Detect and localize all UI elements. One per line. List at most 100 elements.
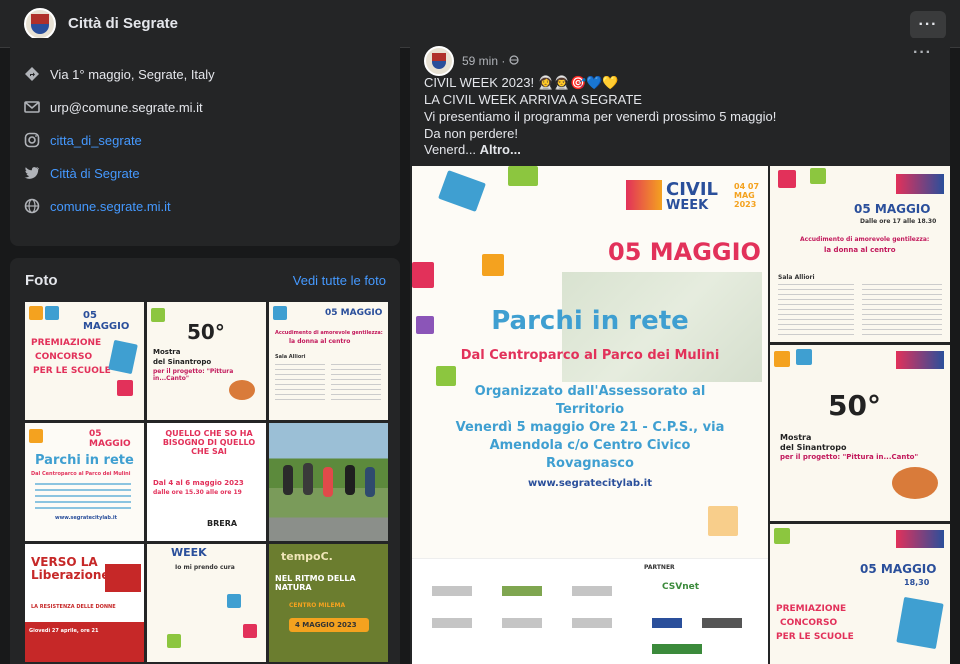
tile-line: Sala Alliori <box>275 354 306 360</box>
puzzle-piece <box>45 306 59 320</box>
see-more-link[interactable]: Altro... <box>480 142 521 157</box>
civil-week-logo <box>896 351 944 369</box>
post-line: CIVIL WEEK 2023! 👩‍🚀👨‍🚀🎯💙💛 <box>424 75 619 90</box>
photos-title: Foto <box>25 272 58 289</box>
puzzle-piece <box>708 506 738 536</box>
photo-tile[interactable]: QUELLO CHE SO HA BISOGNO DI QUELLO CHE S… <box>147 423 266 541</box>
tile-line: LA RESISTENZA DELLE DONNE <box>31 604 116 610</box>
post-truncated: Venerd... Altro... <box>424 142 521 157</box>
civil-week-logo <box>896 174 944 194</box>
puzzle-piece <box>227 594 241 608</box>
tile-heading: VERSO LA Liberazione <box>31 555 110 582</box>
crest-icon <box>432 53 446 69</box>
side-heading: 05 MAGGIO <box>860 562 937 576</box>
tile-line: CENTRO MILEMA <box>289 602 346 609</box>
photos-card: Foto Vedi tutte le foto 05 MAGGIO PREMIA… <box>10 258 400 664</box>
twitter-link[interactable]: Città di Segrate <box>50 166 140 181</box>
partner-logo <box>572 618 612 628</box>
puzzle-piece <box>810 168 826 184</box>
tile-heading: 50° <box>187 320 225 344</box>
envelope-icon <box>24 99 40 115</box>
puzzle-piece <box>151 308 165 322</box>
tile-line: Mostra <box>153 348 181 356</box>
puzzle-piece <box>896 596 944 650</box>
tile-heading: 05 MAGGIO <box>325 308 383 318</box>
text-block <box>275 364 325 404</box>
puzzle-piece <box>482 254 504 276</box>
main-org: Territorio <box>555 402 625 417</box>
flag-graphic <box>105 564 141 592</box>
photo-tile[interactable]: 05 MAGGIO Parchi in rete Dal Centroparco… <box>25 423 144 541</box>
partner-logo <box>432 618 472 628</box>
website-link[interactable]: comune.segrate.mi.it <box>50 199 171 214</box>
sponsor-logo: CSVnet <box>662 582 700 592</box>
puzzle-piece <box>436 366 456 386</box>
tile-heading: WEEK <box>171 546 207 559</box>
intro-card: Via 1° maggio, Segrate, Italy urp@comune… <box>10 38 400 246</box>
partner-logo <box>572 586 612 596</box>
side-body: PER LE SCUOLE <box>776 632 854 642</box>
more-options-button[interactable]: ··· <box>910 11 946 39</box>
main-subtitle: Dal Centroparco al Parco dei Mulini <box>460 348 720 363</box>
text-block <box>778 284 854 336</box>
tile-heading: 05 MAGGIO <box>89 429 131 449</box>
photo-tile[interactable]: 50° Mostra del Sinantropo per il progett… <box>147 302 266 420</box>
page-avatar[interactable] <box>24 7 56 40</box>
puzzle-piece <box>243 624 257 638</box>
text-block <box>35 483 131 511</box>
partner-logo <box>432 586 472 596</box>
photo-tile[interactable]: tempoC. NEL RITMO DELLA NATURA CENTRO MI… <box>269 544 388 662</box>
side-image[interactable]: 05 MAGGIO 18,30 PREMIAZIONE CONCORSO PER… <box>770 524 950 664</box>
photo-tile[interactable]: VERSO LA Liberazione LA RESISTENZA DELLE… <box>25 544 144 662</box>
person-figure <box>323 467 333 497</box>
post-avatar[interactable] <box>424 46 454 76</box>
side-body: del Sinantropo <box>780 443 847 452</box>
puzzle-piece <box>508 166 538 186</box>
post-main-image[interactable]: CIVIL WEEK 04 07 MAG 2023 05 MAGGIO Parc… <box>412 166 768 664</box>
main-when: Rovagnasco <box>546 456 634 471</box>
post-side-images: 05 MAGGIO Dalle ore 17 alle 18.30 Accudi… <box>770 166 950 664</box>
puzzle-piece <box>167 634 181 648</box>
instagram-link[interactable]: citta_di_segrate <box>50 133 142 148</box>
twitter-icon <box>24 165 40 181</box>
tile-line: PREMIAZIONE <box>31 338 102 348</box>
partner-logo <box>652 644 702 654</box>
text-block <box>862 284 942 336</box>
post-header: 59 min · <box>424 46 519 76</box>
photo-tile[interactable]: 05 MAGGIO PREMIAZIONE CONCORSO PER LE SC… <box>25 302 144 420</box>
side-body: CONCORSO <box>780 618 838 628</box>
person-figure <box>283 465 293 495</box>
text-block <box>331 364 381 404</box>
side-sub: 18,30 <box>904 578 930 587</box>
post-line: Vi presentiamo il programma per venerdì … <box>424 109 777 124</box>
side-sub: Dalle ore 17 alle 18.30 <box>860 218 937 225</box>
side-image[interactable]: 50° Mostra del Sinantropo per il progett… <box>770 345 950 521</box>
person-figure <box>345 465 355 495</box>
partner-logo <box>502 618 542 628</box>
website-row[interactable]: comune.segrate.mi.it <box>24 198 171 214</box>
photo-tile[interactable]: 05 MAGGIO Accudimento di amorevole genti… <box>269 302 388 420</box>
tile-heading: 05 MAGGIO <box>83 310 130 332</box>
post-timestamp[interactable]: 59 min · <box>462 54 519 68</box>
tile-line: www.segratecitylab.it <box>55 515 118 521</box>
side-image[interactable]: 05 MAGGIO Dalle ore 17 alle 18.30 Accudi… <box>770 166 950 342</box>
post-options-button[interactable]: ··· <box>913 44 932 62</box>
side-body: PREMIAZIONE <box>776 604 847 614</box>
twitter-row[interactable]: Città di Segrate <box>24 165 140 181</box>
instagram-row[interactable]: citta_di_segrate <box>24 132 142 148</box>
see-all-photos-link[interactable]: Vedi tutte le foto <box>293 273 386 288</box>
puzzle-piece <box>774 351 790 367</box>
side-body: la donna al centro <box>824 246 896 254</box>
side-heading: 05 MAGGIO <box>854 202 931 216</box>
email-text[interactable]: urp@comune.segrate.mi.it <box>50 100 203 115</box>
partners-label: PARTNER <box>644 564 675 571</box>
crest-icon <box>31 13 49 34</box>
partners-strip <box>412 558 768 664</box>
photo-tile[interactable] <box>269 423 388 541</box>
palette-art <box>229 380 255 400</box>
post-card: 59 min · ··· CIVIL WEEK 2023! 👩‍🚀👨‍🚀🎯💙💛 … <box>410 38 950 664</box>
side-sub: Mostra <box>780 433 812 442</box>
puzzle-piece <box>796 349 812 365</box>
page-title[interactable]: Città di Segrate <box>68 15 178 32</box>
photo-tile[interactable]: WEEK Io mi prendo cura <box>147 544 266 662</box>
